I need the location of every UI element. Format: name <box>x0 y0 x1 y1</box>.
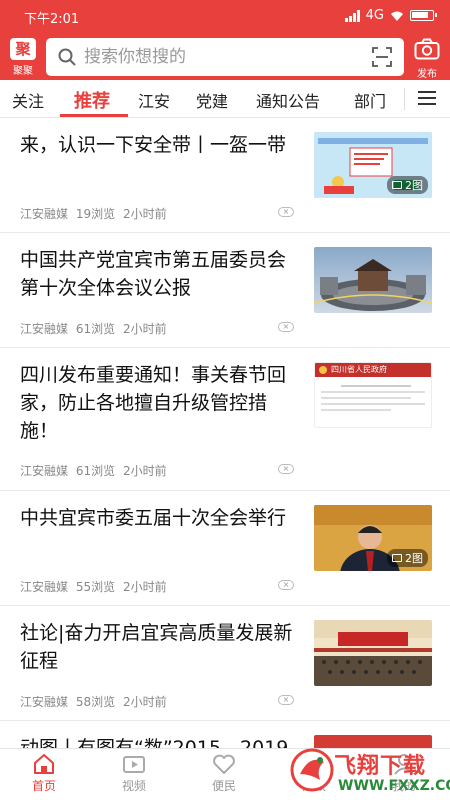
news-title: 社论|奋力开启宜宾高质量发展新征程 <box>20 622 293 672</box>
news-meta: 江安融媒 19浏览 2小时前 <box>20 205 171 222</box>
status-icons: 4G <box>344 8 437 23</box>
dismiss-icon[interactable]: × <box>278 464 294 474</box>
news-time: 2小时前 <box>122 322 167 336</box>
news-source: 江安融媒 <box>20 464 69 478</box>
news-time: 2小时前 <box>122 207 167 221</box>
battery-icon <box>410 10 437 21</box>
news-title: 中国共产党宜宾市第五届委员会第十次全体会议公报 <box>20 249 287 299</box>
tab-divider <box>404 88 405 110</box>
nav-label: 首页 <box>31 779 56 793</box>
news-views: 55浏览 <box>75 580 116 594</box>
news-views: 61浏览 <box>75 322 116 336</box>
nav-label: 便民 <box>211 779 236 793</box>
image-count-badge: 2图 <box>387 176 428 194</box>
news-title: 四川发布重要通知！事关春节回家，防止各地擅自升级管控措施！ <box>20 364 287 442</box>
news-views: 58浏览 <box>75 695 116 709</box>
logo-mark: 聚 <box>10 38 36 60</box>
news-item[interactable]: 四川发布重要通知！事关春节回家，防止各地擅自升级管控措施！ 江安融媒 61浏览 … <box>0 349 450 491</box>
top-header: 下午2:01 4G 聚 聚聚 发布 <box>0 0 450 80</box>
nav-services[interactable]: 便民 <box>194 753 254 794</box>
watermark-url: WWW.FXXZ.COM <box>338 778 450 794</box>
dismiss-icon[interactable]: × <box>278 580 294 590</box>
tab-jiangan[interactable]: 江安 <box>138 88 170 112</box>
news-meta: 江安融媒 55浏览 2小时前 <box>20 578 171 595</box>
search-icon <box>58 48 76 66</box>
active-tab-indicator <box>60 114 128 117</box>
news-views: 19浏览 <box>75 207 116 221</box>
camera-icon <box>414 38 440 60</box>
news-time: 2小时前 <box>122 695 167 709</box>
city-photo <box>314 247 432 313</box>
news-thumbnail <box>314 247 432 313</box>
news-meta: 江安融媒 58浏览 2小时前 <box>20 693 171 710</box>
news-time: 2小时前 <box>122 580 167 594</box>
menu-icon[interactable] <box>418 91 436 107</box>
status-bar: 下午2:01 4G <box>0 0 450 32</box>
meeting-hall-photo <box>314 620 432 686</box>
video-icon <box>123 756 145 773</box>
logo-label: 聚聚 <box>13 66 33 77</box>
search-bar[interactable] <box>46 38 404 76</box>
app-logo[interactable]: 聚 聚聚 <box>10 38 36 77</box>
news-title: 中共宜宾市委五届十次全会举行 <box>20 507 287 529</box>
nav-video[interactable]: 视频 <box>104 753 164 794</box>
news-thumbnail: 2图 <box>314 132 432 198</box>
tab-notices[interactable]: 通知公告 <box>256 88 320 112</box>
news-source: 江安融媒 <box>20 695 69 709</box>
tab-departments[interactable]: 部门 <box>354 88 386 112</box>
news-source: 江安融媒 <box>20 580 69 594</box>
publish-label: 发布 <box>417 69 437 80</box>
news-thumbnail: 2图 <box>314 505 432 571</box>
news-thumbnail: 四川省人民政府 <box>314 362 432 428</box>
news-item[interactable]: 来，认识一下安全带丨一盔一带 江安融媒 19浏览 2小时前 × 2图 <box>0 119 450 233</box>
heart-icon <box>213 754 235 774</box>
news-source: 江安融媒 <box>20 322 69 336</box>
tab-follow[interactable]: 关注 <box>12 88 44 112</box>
news-item[interactable]: 社论|奋力开启宜宾高质量发展新征程 江安融媒 58浏览 2小时前 × <box>0 607 450 721</box>
category-tabs: 关注 推荐 江安 党建 通知公告 部门 <box>0 80 450 118</box>
dismiss-icon[interactable]: × <box>278 695 294 705</box>
watermark-logo <box>290 748 334 792</box>
news-title: 来，认识一下安全带丨一盔一带 <box>20 134 287 156</box>
wifi-icon <box>391 11 403 21</box>
thumbnail-header: 四川省人民政府 <box>315 363 431 377</box>
news-item[interactable]: 中共宜宾市委五届十次全会举行 江安融媒 55浏览 2小时前 × 2图 <box>0 492 450 606</box>
tab-party[interactable]: 党建 <box>196 88 228 112</box>
image-count-badge: 2图 <box>387 549 428 567</box>
news-item[interactable]: 中国共产党宜宾市第五届委员会第十次全体会议公报 江安融媒 61浏览 2小时前 × <box>0 234 450 348</box>
dismiss-icon[interactable]: × <box>278 207 294 217</box>
news-meta: 江安融媒 61浏览 2小时前 <box>20 320 171 337</box>
news-meta: 江安融媒 61浏览 2小时前 <box>20 462 171 479</box>
news-thumbnail <box>314 620 432 686</box>
status-time: 下午2:01 <box>24 12 80 27</box>
home-icon <box>34 754 54 774</box>
nav-home[interactable]: 首页 <box>14 753 74 794</box>
signal-icon <box>344 9 360 22</box>
scan-icon[interactable] <box>372 47 392 67</box>
nav-label: 视频 <box>121 779 146 793</box>
search-input[interactable] <box>84 46 364 68</box>
dismiss-icon[interactable]: × <box>278 322 294 332</box>
publish-button[interactable]: 发布 <box>412 38 442 80</box>
network-label: 4G <box>365 8 384 23</box>
news-time: 2小时前 <box>122 464 167 478</box>
watermark-text: 飞翔下载 <box>334 754 427 779</box>
news-views: 61浏览 <box>75 464 116 478</box>
tab-recommend[interactable]: 推荐 <box>74 87 110 113</box>
watermark: 飞翔下载 WWW.FXXZ.COM <box>290 738 450 800</box>
news-source: 江安融媒 <box>20 207 69 221</box>
